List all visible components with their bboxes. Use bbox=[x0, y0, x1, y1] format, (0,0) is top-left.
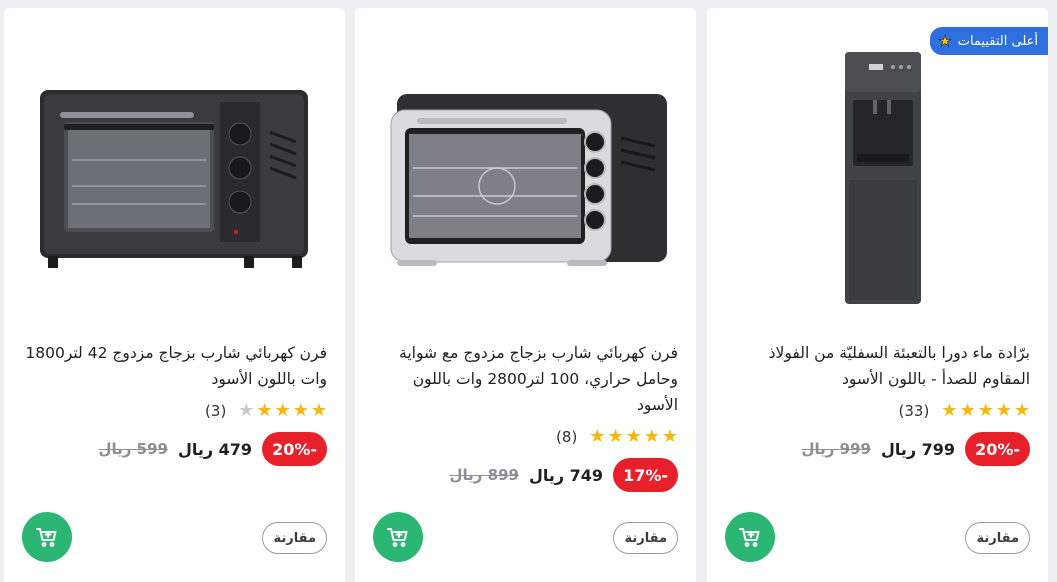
review-count: (3) bbox=[205, 402, 227, 420]
silver-oven-image bbox=[390, 94, 667, 266]
product-image[interactable] bbox=[4, 8, 345, 318]
star-icon: ★ bbox=[1013, 400, 1030, 421]
star-icon: ★ bbox=[941, 400, 958, 421]
original-price: 599 ريال bbox=[98, 440, 168, 458]
price-row: -20% 479 ريال 599 ريال bbox=[99, 432, 327, 466]
add-to-cart-icon bbox=[387, 528, 408, 547]
review-count: (33) bbox=[898, 402, 930, 420]
current-price: 799 ريال bbox=[880, 439, 956, 459]
product-title[interactable]: فرن كهربائي شارب بزجاج مزدوج مع شواية وح… bbox=[373, 340, 678, 418]
product-card[interactable]: فرن كهربائي شارب بزجاج مزدوج مع شواية وح… bbox=[355, 8, 696, 582]
add-to-cart-icon bbox=[36, 528, 57, 547]
price-row: -17% 749 ريال 899 ريال bbox=[450, 458, 678, 492]
star-icon: ★ bbox=[625, 426, 642, 447]
rating: ★ ★ ★ ★ ★ (3) bbox=[205, 400, 327, 421]
current-price: 479 ريال bbox=[177, 439, 253, 459]
product-title[interactable]: برّادة ماء دورا بالتعبئة السفليّة من الف… bbox=[725, 340, 1030, 392]
add-to-cart-button[interactable] bbox=[725, 512, 775, 562]
black-oven-image bbox=[40, 90, 308, 268]
product-image[interactable] bbox=[707, 8, 1048, 318]
original-price: 899 ريال bbox=[449, 466, 519, 484]
star-icon: ★ bbox=[292, 400, 309, 421]
discount-badge: -17% bbox=[613, 458, 678, 492]
rating: ★ ★ ★ ★ ★ (8) bbox=[556, 426, 678, 447]
review-count: (8) bbox=[556, 428, 578, 446]
compare-button[interactable]: مقارنة bbox=[965, 522, 1030, 554]
product-title[interactable]: فرن كهربائي شارب بزجاج مزدوج 42 لتر1800 … bbox=[22, 340, 327, 392]
star-icon: ★ bbox=[995, 400, 1012, 421]
star-icon: ★ bbox=[607, 426, 624, 447]
rating: ★ ★ ★ ★ ★ (33) bbox=[898, 400, 1030, 421]
product-image[interactable] bbox=[355, 8, 696, 318]
discount-badge: -20% bbox=[965, 432, 1030, 466]
star-icon: ★ bbox=[274, 400, 291, 421]
star-icon: ★ bbox=[310, 400, 327, 421]
star-icon: ★ bbox=[661, 426, 678, 447]
original-price: 999 ريال bbox=[801, 440, 871, 458]
star-icon: ★ bbox=[589, 426, 606, 447]
add-to-cart-button[interactable] bbox=[22, 512, 72, 562]
compare-button[interactable]: مقارنة bbox=[613, 522, 678, 554]
add-to-cart-button[interactable] bbox=[373, 512, 423, 562]
price-row: -20% 799 ريال 999 ريال bbox=[802, 432, 1030, 466]
add-to-cart-icon bbox=[739, 528, 760, 547]
star-icon: ★ bbox=[256, 400, 273, 421]
compare-button[interactable]: مقارنة bbox=[262, 522, 327, 554]
star-icon: ★ bbox=[643, 426, 660, 447]
star-icon: ★ bbox=[977, 400, 994, 421]
discount-badge: -20% bbox=[262, 432, 327, 466]
star-empty-icon: ★ bbox=[238, 400, 255, 421]
star-icon: ★ bbox=[959, 400, 976, 421]
current-price: 749 ريال bbox=[528, 465, 604, 485]
water-dispenser-image bbox=[845, 52, 921, 304]
product-card[interactable]: ★ أعلى التقييمات برّادة ماء دورا بالتعبئ… bbox=[707, 8, 1048, 582]
product-card[interactable]: فرن كهربائي شارب بزجاج مزدوج 42 لتر1800 … bbox=[4, 8, 345, 582]
